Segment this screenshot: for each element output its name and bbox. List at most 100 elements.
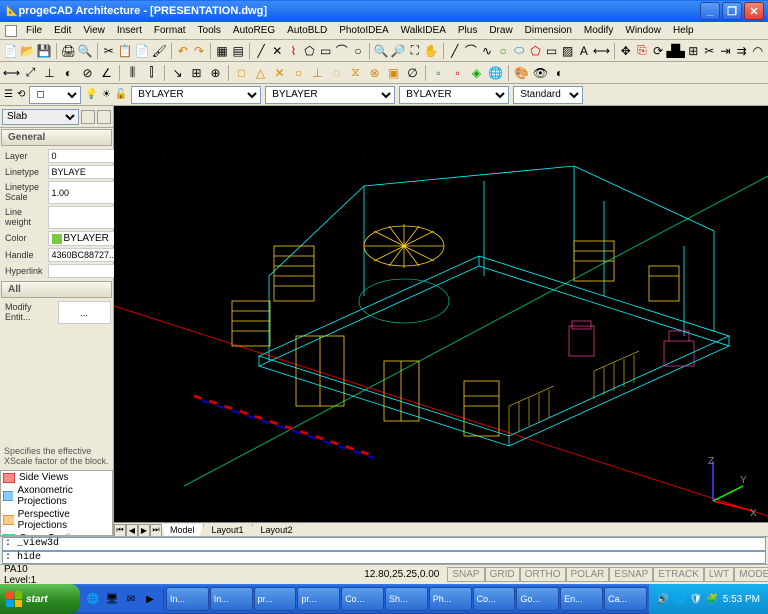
dim-radius-icon[interactable]: ◐ [59,63,78,82]
task-item[interactable]: pr... [254,587,297,611]
dim-linear-icon[interactable]: ⟷ [2,63,21,82]
tab-prev-icon[interactable]: ◀ [126,524,138,537]
menu-format[interactable]: Format [148,23,192,38]
text-icon[interactable]: A [576,41,592,60]
style-combo[interactable]: Standard [513,86,583,104]
redo-icon[interactable]: ↷ [191,41,207,60]
menu-modify[interactable]: Modify [578,23,619,38]
osnap-none-icon[interactable]: ∅ [403,63,422,82]
prop-layer-value[interactable]: 0 [48,149,121,163]
zoom-in-icon[interactable]: 🔍 [373,41,390,60]
task-item[interactable]: In... [166,587,209,611]
toggle-polar[interactable]: POLAR [566,567,610,582]
tray-clock[interactable]: 5:53 PM [723,594,760,605]
preview-icon[interactable]: 🔍 [77,41,94,60]
linetype-combo[interactable]: BYLAYER [265,86,395,104]
undo-icon[interactable]: ↶ [175,41,191,60]
tolerance-icon[interactable]: ⊞ [187,63,206,82]
pan-icon[interactable]: ✋ [423,41,440,60]
restore-button[interactable]: ❐ [722,2,742,20]
section-general[interactable]: General [1,129,112,146]
toggle-snap[interactable]: SNAP [447,567,484,582]
shade-icon[interactable]: ◐ [550,63,569,82]
osnap-end-icon[interactable]: □ [232,63,251,82]
ql-mail-icon[interactable]: ✉ [122,588,140,610]
prop-color-value[interactable]: BYLAYER [48,231,121,246]
menu-draw[interactable]: Draw [483,23,518,38]
layer-lock-icon[interactable]: 🔓 [115,89,127,100]
new-icon[interactable]: 📄 [2,41,19,60]
tab-last-icon[interactable]: ⏭ [150,524,162,537]
view-side[interactable]: Side Views [1,471,112,484]
zoom-out-icon[interactable]: 🔎 [390,41,407,60]
modify-mirror-icon[interactable]: ▟▙ [666,41,685,60]
layer-previous-icon[interactable]: ⟲ [17,89,25,100]
dim-icon[interactable]: ⟷ [592,41,611,60]
view-iso-icon[interactable]: ◈ [467,63,486,82]
osnap-mid-icon[interactable]: △ [251,63,270,82]
dim-angular-icon[interactable]: ∠ [97,63,116,82]
minimize-button[interactable]: _ [700,2,720,20]
tab-layout2[interactable]: Layout2 [252,524,302,537]
tab-first-icon[interactable]: ⏮ [114,524,126,537]
circle-icon[interactable]: ○ [350,41,366,60]
view-axon[interactable]: Axonometric Projections [1,484,112,508]
menu-edit[interactable]: Edit [48,23,77,38]
arc-icon[interactable]: ⌒ [334,41,350,60]
system-tray[interactable]: 🔊 🌐 🛡 🧩 5:53 PM [649,584,768,614]
menu-walkidea[interactable]: WalkIDEA [395,23,452,38]
layer-combo[interactable]: BYLAYER [131,86,261,104]
menu-file[interactable]: File [20,23,48,38]
modify-move-icon[interactable]: ✥ [618,41,634,60]
tab-layout1[interactable]: Layout1 [203,524,253,537]
explorer-icon[interactable]: ▦ [214,41,230,60]
prop-ltscale-value[interactable]: 1.00 [48,181,121,204]
draw-rect-icon[interactable]: ▭ [544,41,560,60]
draw-arc-icon[interactable]: ⌒ [463,41,479,60]
modify-extend-icon[interactable]: ⇥ [717,41,733,60]
view-persp[interactable]: Perspective Projections [1,508,112,532]
menu-photoidea[interactable]: PhotoIDEA [333,23,394,38]
task-item[interactable]: En... [560,587,603,611]
lineweight-combo[interactable]: BYLAYER [399,86,509,104]
task-item[interactable]: pr... [297,587,340,611]
modify-array-icon[interactable]: ⊞ [685,41,701,60]
toggle-lwt[interactable]: LWT [704,567,734,582]
modify-trim-icon[interactable]: ✂ [701,41,717,60]
osnap-tan-icon[interactable]: ◌ [327,63,346,82]
line-icon[interactable]: ╱ [253,41,269,60]
layer-filter-icon[interactable]: ☀ [102,89,111,100]
ql-ie-icon[interactable]: 🌐 [84,588,102,610]
layer-state-icon[interactable]: 💡 [85,89,97,100]
task-item[interactable]: Ph... [429,587,472,611]
menu-tools[interactable]: Tools [192,23,227,38]
view-front-icon[interactable]: ▫ [448,63,467,82]
prop-linetype-value[interactable]: BYLAYE [48,165,121,179]
task-item[interactable]: Go... [516,587,559,611]
draw-spline-icon[interactable]: ∿ [479,41,495,60]
task-item[interactable]: Co... [473,587,516,611]
view-top-icon[interactable]: ▫ [429,63,448,82]
prop-hyperlink-value[interactable] [48,264,121,278]
modify-rotate-icon[interactable]: ⟳ [650,41,666,60]
menu-window[interactable]: Window [619,23,667,38]
draw-poly-icon[interactable]: ⬠ [527,41,543,60]
polygon-icon[interactable]: ⬠ [301,41,317,60]
ql-media-icon[interactable]: ▶ [141,588,159,610]
modify-copy-icon[interactable]: ⎘ [634,41,650,60]
quick-select-icon[interactable] [81,110,95,124]
task-item[interactable]: In... [210,587,253,611]
orbit-icon[interactable]: 🌐 [486,63,505,82]
modify-fillet-icon[interactable]: ◠ [750,41,766,60]
tray-icon[interactable]: 🛡 [690,594,703,605]
tray-icon[interactable]: 🧩 [706,594,718,605]
save-icon[interactable]: 💾 [36,41,53,60]
rectangle-icon[interactable]: ▭ [318,41,334,60]
drawing-viewport[interactable]: X Y Z ⏮ ◀ ▶ ⏭ Model Layout1 Layout2 [114,106,768,536]
close-button[interactable]: ✕ [744,2,764,20]
draw-circle-icon[interactable]: ○ [495,41,511,60]
osnap-near-icon[interactable]: ⧖ [346,63,365,82]
menu-autobld[interactable]: AutoBLD [281,23,333,38]
prop-lweight-value[interactable] [48,206,121,229]
ql-desktop-icon[interactable]: 🖥 [103,588,121,610]
